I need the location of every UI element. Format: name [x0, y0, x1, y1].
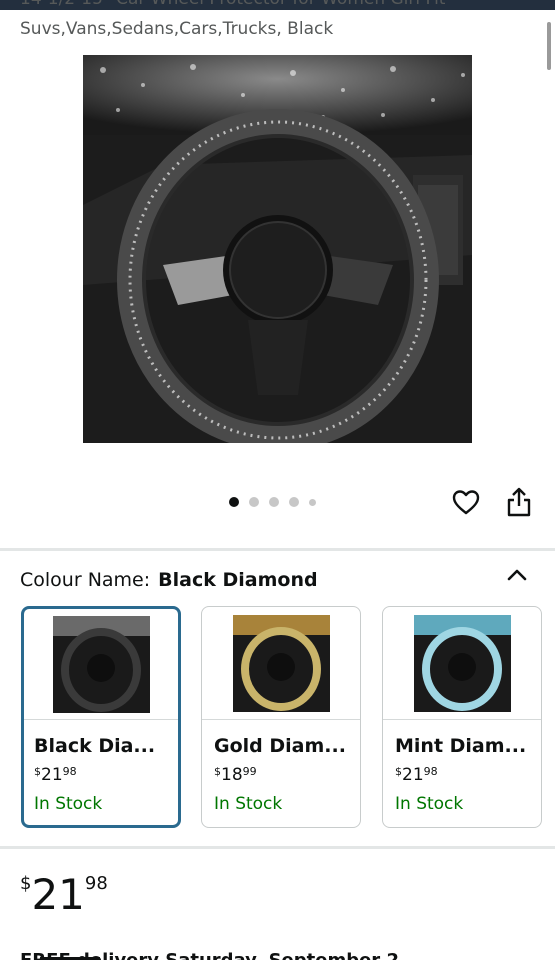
- chevron-up-icon: [507, 569, 527, 581]
- steering-wheel-photo: [83, 55, 472, 443]
- product-title-cut: 14-1/2-15" Car Wheel Protector for Women…: [20, 0, 445, 9]
- share-icon: [507, 487, 531, 517]
- price-whole: 21: [31, 870, 85, 919]
- steering-wheel-thumbnail: [413, 614, 511, 712]
- swatch-stock-status: In Stock: [395, 794, 464, 814]
- colour-swatch-mint-diamond[interactable]: Mint Diam... $2198 In Stock: [382, 606, 542, 828]
- colour-name-label: Colour Name:: [20, 569, 151, 591]
- product-price: $2198: [20, 870, 108, 919]
- product-image[interactable]: [83, 55, 472, 443]
- colour-name-value: Black Diamond: [158, 569, 318, 591]
- carousel-dot[interactable]: [249, 497, 259, 507]
- swatch-stock-status: In Stock: [214, 794, 283, 814]
- carousel-dot[interactable]: [289, 497, 299, 507]
- section-divider: [0, 548, 555, 551]
- price-fraction: 98: [84, 873, 108, 894]
- swatch-name: Gold Diam...: [214, 735, 346, 757]
- image-carousel-dots: [229, 496, 316, 508]
- swatch-name: Mint Diam...: [395, 735, 527, 757]
- share-button[interactable]: [503, 486, 535, 518]
- swatch-stock-status: In Stock: [34, 794, 103, 814]
- colour-swatch-gold-diamond[interactable]: Gold Diam... $1899 In Stock: [201, 606, 361, 828]
- steering-wheel-thumbnail: [232, 614, 330, 712]
- product-title: Suvs,Vans,Sedans,Cars,Trucks, Black: [20, 19, 334, 39]
- swatch-thumbnail: [413, 614, 511, 712]
- price-currency: $: [20, 873, 32, 894]
- carousel-dot[interactable]: [269, 497, 279, 507]
- swatch-price: $2198: [34, 765, 77, 785]
- section-divider: [0, 846, 555, 849]
- carousel-dot[interactable]: [229, 497, 239, 507]
- heart-icon: [452, 490, 480, 515]
- carousel-dot[interactable]: [309, 498, 316, 506]
- swatch-name: Black Dia...: [34, 735, 156, 757]
- swatch-thumbnail: [52, 615, 150, 713]
- colour-swatch-black-diamond[interactable]: Black Dia... $2198 In Stock: [21, 606, 181, 828]
- colour-name-row: Colour Name: Black Diamond: [20, 569, 318, 591]
- swatch-thumbnail: [232, 614, 330, 712]
- swatch-price: $1899: [214, 765, 257, 785]
- swatch-price: $2198: [395, 765, 438, 785]
- steering-wheel-thumbnail: [52, 615, 150, 713]
- wishlist-button[interactable]: [450, 486, 482, 518]
- collapse-colour-button[interactable]: [503, 563, 531, 587]
- scrollbar[interactable]: [547, 22, 551, 70]
